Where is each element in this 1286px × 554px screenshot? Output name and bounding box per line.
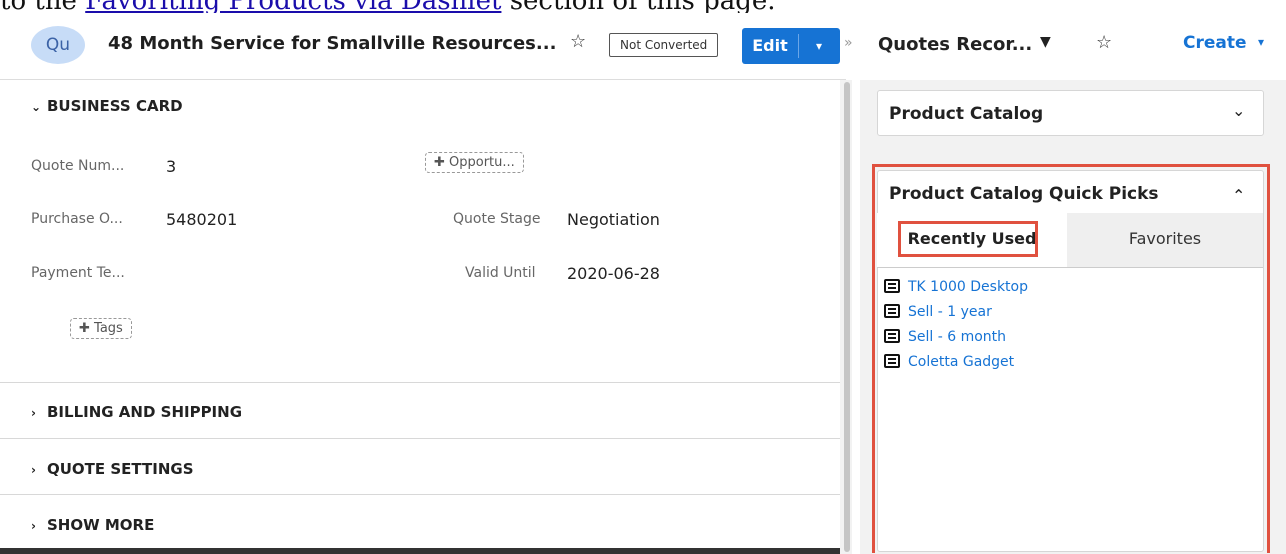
section-quote-settings-label: QUOTE SETTINGS xyxy=(47,460,194,478)
add-opportunity-button[interactable]: ✚ Opportu... xyxy=(425,152,524,173)
add-tags-button[interactable]: ✚ Tags xyxy=(70,318,132,339)
field-value-purchase-order[interactable]: 5480201 xyxy=(166,210,237,229)
chevron-down-icon[interactable]: ⌄ xyxy=(1232,101,1245,120)
scrollbar-thumb[interactable] xyxy=(844,82,850,552)
section-show-more-label: SHOW MORE xyxy=(47,516,155,534)
section-business-card[interactable]: ⌄ BUSINESS CARD xyxy=(31,97,183,115)
divider xyxy=(0,382,840,383)
section-business-card-label: BUSINESS CARD xyxy=(47,97,183,115)
section-show-more[interactable]: › SHOW MORE xyxy=(31,516,154,534)
field-value-quote-number[interactable]: 3 xyxy=(166,157,176,176)
section-quote-settings[interactable]: › QUOTE SETTINGS xyxy=(31,460,194,478)
status-badge: Not Converted xyxy=(609,33,719,57)
dashboard-title[interactable]: Quotes Recor... xyxy=(878,34,1032,55)
edit-button-separator xyxy=(798,34,799,58)
section-billing-shipping-label: BILLING AND SHIPPING xyxy=(47,403,243,421)
favorite-star-icon[interactable]: ☆ xyxy=(570,31,586,52)
divider xyxy=(0,438,840,439)
caret-down-icon[interactable]: ▼ xyxy=(1040,34,1051,50)
chevron-right-icon: › xyxy=(31,463,36,477)
product-catalog-title: Product Catalog xyxy=(889,104,1044,124)
footer-bar xyxy=(0,548,840,554)
field-label-payment-terms: Payment Te... xyxy=(31,265,125,281)
edit-button-label[interactable]: Edit xyxy=(742,28,798,64)
avatar: Qu xyxy=(31,26,85,64)
field-label-quote-stage: Quote Stage xyxy=(453,211,541,227)
field-label-quote-number: Quote Num... xyxy=(31,158,125,174)
chevron-right-icon: › xyxy=(31,406,36,420)
field-value-quote-stage[interactable]: Negotiation xyxy=(567,210,660,229)
field-value-valid-until[interactable]: 2020-06-28 xyxy=(567,264,660,283)
divider xyxy=(0,494,840,495)
create-button[interactable]: Create xyxy=(1183,33,1247,53)
instruction-text: to the Favoriting Products via Dashlet s… xyxy=(0,0,776,14)
highlight-box-recently-used xyxy=(898,221,1038,257)
field-label-purchase-order: Purchase O... xyxy=(31,211,123,227)
favorite-star-icon[interactable]: ☆ xyxy=(1096,32,1112,53)
record-title: 48 Month Service for Smallville Resource… xyxy=(108,33,557,54)
chevron-down-icon: ⌄ xyxy=(31,100,42,114)
field-label-valid-until: Valid Until xyxy=(465,265,536,281)
chevron-down-icon[interactable]: ▾ xyxy=(804,28,834,64)
edit-button[interactable]: Edit ▾ xyxy=(742,28,840,64)
chevron-down-icon[interactable]: ▾ xyxy=(1258,35,1264,49)
section-billing-shipping[interactable]: › BILLING AND SHIPPING xyxy=(31,403,242,421)
chevron-right-icon: › xyxy=(31,519,36,533)
collapse-sidebar-icon[interactable]: » xyxy=(844,35,853,51)
record-panel xyxy=(0,80,846,554)
